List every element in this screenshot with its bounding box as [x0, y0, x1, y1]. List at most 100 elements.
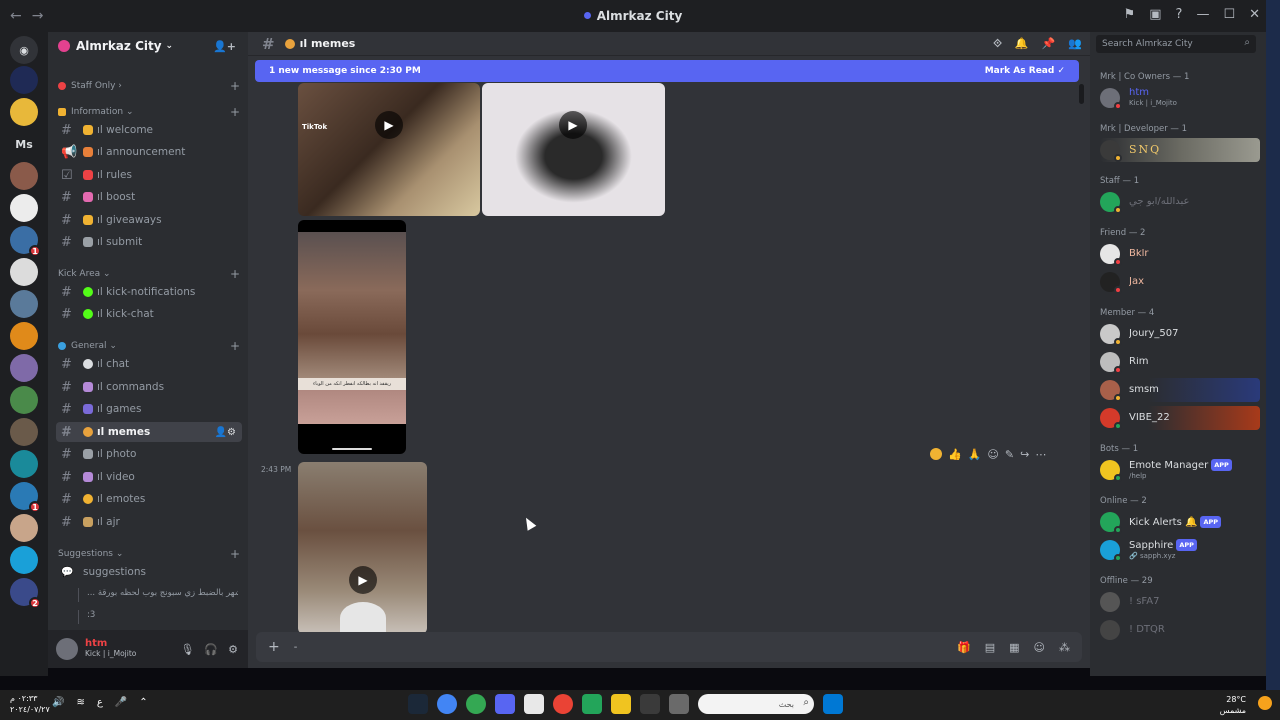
server-icon[interactable]: 1 [10, 226, 41, 257]
microphone-icon[interactable]: 🎙 [180, 643, 194, 656]
member-item[interactable]: Rim [1100, 350, 1260, 374]
app-icon[interactable] [524, 694, 544, 714]
language-indicator[interactable]: ع [97, 697, 103, 708]
server-icon[interactable] [10, 450, 38, 478]
volume-icon[interactable]: 🔊 [52, 697, 64, 708]
close-icon[interactable]: ✕ [1249, 7, 1260, 22]
thread-item[interactable]: ... موظف الشهر بالضبط زي سبونج بوب لحظه … [78, 588, 238, 602]
discord-icon[interactable] [495, 694, 515, 714]
add-reaction-icon[interactable]: ☺ [987, 448, 998, 461]
channel-rules[interactable]: ☑ ıl rules [56, 165, 242, 185]
play-icon[interactable]: ▶ [559, 111, 587, 139]
maximize-icon[interactable]: ☐ [1223, 7, 1235, 22]
member-item[interactable]: Jax [1100, 270, 1260, 294]
server-header[interactable]: Almrkaz City ⌄ 👤+ [48, 32, 248, 56]
add-channel-icon[interactable]: + [230, 79, 240, 93]
video-attachment[interactable]: TikTok ▶ [298, 83, 480, 216]
gear-icon[interactable]: ⚙ [228, 643, 238, 656]
server-icon[interactable] [10, 194, 38, 222]
flag-icon[interactable]: ⚑ [1124, 7, 1136, 22]
channel-settings-icon[interactable]: 👤⚙ [215, 427, 236, 438]
play-icon[interactable]: ▶ [349, 566, 377, 594]
member-item[interactable]: Kick Alerts 🔔 APP [1100, 510, 1260, 534]
task-view-icon[interactable] [669, 694, 689, 714]
server-icon[interactable] [10, 98, 38, 126]
minimize-icon[interactable]: — [1196, 7, 1209, 22]
file-explorer-icon[interactable] [611, 694, 631, 714]
taskbar-search[interactable]: بحث ⌕ [698, 694, 814, 714]
pin-icon[interactable]: 📌 [1042, 37, 1056, 51]
mark-as-read-button[interactable]: Mark As Read ✓ [985, 66, 1065, 76]
gif-icon[interactable]: ▤ [985, 641, 995, 654]
message-composer[interactable]: + - 🎁 ▤ ▦ ☺ ⁂ [256, 632, 1082, 662]
wifi-icon[interactable]: ≋ [76, 697, 84, 708]
video-attachment[interactable]: ▶ [298, 462, 427, 634]
bell-icon[interactable]: 🔔 [1015, 37, 1029, 51]
steam-icon[interactable] [408, 694, 428, 714]
server-icon[interactable] [10, 258, 38, 286]
video-attachment[interactable]: ▶ [482, 83, 665, 216]
thread-item[interactable]: :3 [78, 610, 238, 624]
add-channel-icon[interactable]: + [230, 547, 240, 561]
server-icon[interactable]: 2 [10, 578, 41, 609]
more-icon[interactable]: ⋯ [1035, 448, 1046, 461]
threads-icon[interactable]: ⟐ [993, 37, 1002, 51]
windows-start-icon[interactable] [823, 694, 843, 714]
add-member-icon[interactable]: 👤+ [213, 40, 236, 53]
server-icon[interactable] [10, 290, 38, 318]
member-item[interactable]: VIBE_22 [1100, 406, 1260, 430]
clock[interactable]: ٠٢:٣٣ م ٢٠٢٤/٠٧/٢٧ [10, 693, 50, 715]
member-item[interactable]: Sapphire APP 🔗 sapph.xyz [1100, 538, 1260, 562]
channel-kick-notifications[interactable]: # ıl kick-notifications [56, 282, 242, 302]
category-information[interactable]: Information ⌄ + [58, 104, 240, 120]
pray-icon[interactable]: 🙏 [968, 448, 982, 461]
channel-games[interactable]: # ıl games [56, 399, 242, 419]
member-item[interactable]: عبدالله/ابو جي [1100, 190, 1260, 214]
member-item[interactable]: SNQ [1100, 138, 1260, 162]
store-icon[interactable] [640, 694, 660, 714]
thumbs-up-icon[interactable]: 👍 [948, 448, 962, 461]
channel-suggestions[interactable]: 💬 suggestions [56, 562, 242, 582]
channel-boost[interactable]: # ıl boost [56, 187, 242, 207]
channel-giveaways[interactable]: # ıl giveaways [56, 210, 242, 230]
channel-ajr[interactable]: # ıl ajr [56, 512, 242, 532]
channel-welcome[interactable]: # ıl welcome [56, 120, 242, 140]
chrome-icon[interactable] [437, 694, 457, 714]
app-icon[interactable] [582, 694, 602, 714]
server-icon[interactable] [10, 418, 38, 446]
channel-announcement[interactable]: 📢 ıl announcement [56, 142, 242, 162]
chrome-icon[interactable] [553, 694, 573, 714]
server-icon[interactable] [10, 162, 38, 190]
add-channel-icon[interactable]: + [230, 105, 240, 119]
microphone-tray-icon[interactable]: 🎤 [115, 697, 127, 708]
discord-home-icon[interactable]: ◉ [10, 36, 38, 64]
inbox-icon[interactable]: ▣ [1149, 7, 1161, 22]
scrollbar[interactable] [1079, 84, 1084, 104]
member-item[interactable]: Bklr [1100, 242, 1260, 266]
channel-chat[interactable]: # ıl chat [56, 354, 242, 374]
member-item[interactable]: smsm [1100, 378, 1260, 402]
server-icon[interactable]: 1 [10, 482, 41, 513]
channel-photo[interactable]: # ıl photo [56, 444, 242, 464]
weather-widget[interactable]: 28°C مشمس [1220, 694, 1246, 716]
emoji-icon[interactable]: ☺ [1034, 641, 1045, 654]
help-icon[interactable]: ? [1176, 7, 1183, 22]
member-item[interactable]: htm Kick | i_Mojito [1100, 86, 1260, 110]
member-item[interactable]: ! sFA7 [1100, 590, 1260, 614]
channel-submit[interactable]: # ıl submit [56, 232, 242, 252]
members-icon[interactable]: 👥 [1068, 37, 1082, 51]
edit-icon[interactable]: ✎ [1005, 448, 1014, 461]
category-staff[interactable]: Staff Only › + [58, 78, 240, 94]
channel-video[interactable]: # ıl video [56, 467, 242, 487]
server-icon[interactable] [10, 322, 38, 350]
category-suggestions[interactable]: Suggestions ⌄ + [58, 546, 240, 562]
add-attachment-icon[interactable]: + [268, 639, 280, 655]
chrome-icon[interactable] [466, 694, 486, 714]
reaction-emoji-icon[interactable] [930, 448, 942, 460]
member-item[interactable]: Joury_507 [1100, 322, 1260, 346]
member-item[interactable]: Emote Manager APP/help [1100, 458, 1260, 482]
category-kick-area[interactable]: Kick Area ⌄ + [58, 266, 240, 282]
image-attachment[interactable]: ريقفد انه بطالكه انفطر انكه من الوباء [298, 220, 406, 454]
server-folder-ms[interactable]: Ms [10, 130, 38, 158]
add-channel-icon[interactable]: + [230, 339, 240, 353]
